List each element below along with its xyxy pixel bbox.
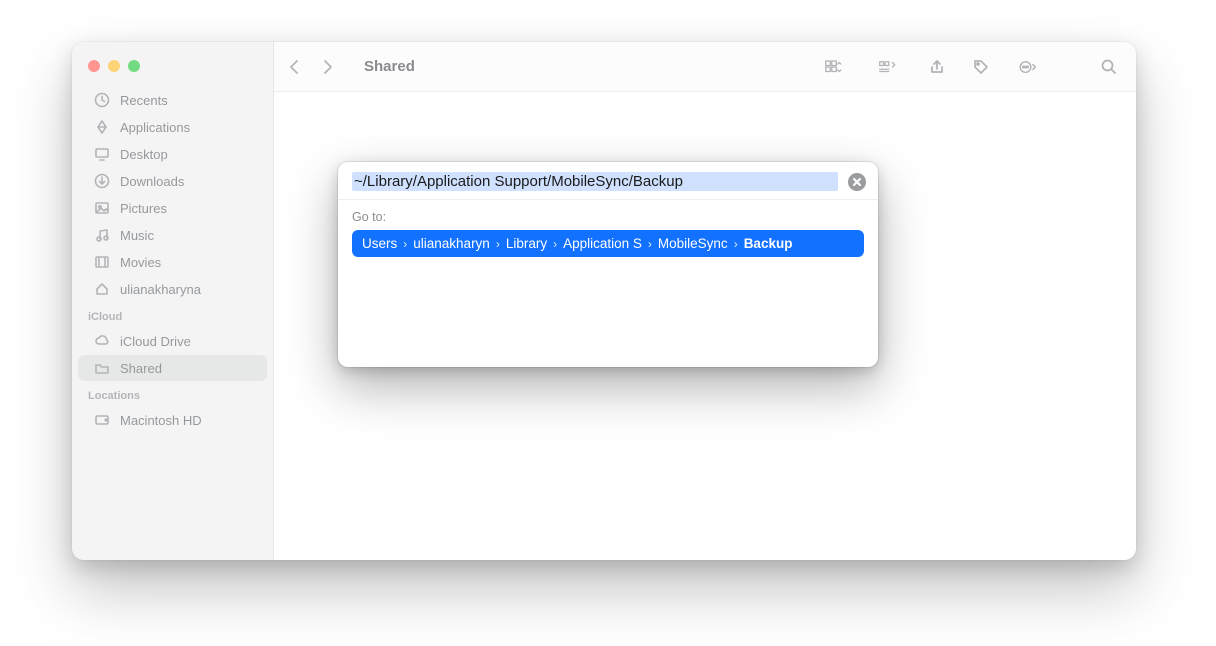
- pictures-icon: [94, 200, 110, 216]
- sidebar-item-label: iCloud Drive: [120, 334, 191, 349]
- chevron-right-icon: ›: [648, 237, 652, 251]
- maximize-window-button[interactable]: [128, 60, 140, 72]
- sidebar-item-shared[interactable]: Shared: [78, 355, 267, 381]
- sidebar-item-macintosh-hd[interactable]: Macintosh HD: [78, 407, 267, 433]
- go-to-label: Go to:: [352, 210, 864, 224]
- search-button[interactable]: [1094, 52, 1124, 82]
- sidebar-item-label: Music: [120, 228, 154, 243]
- sidebar-item-label: Movies: [120, 255, 161, 270]
- sidebar-item-recents[interactable]: Recents: [78, 87, 267, 113]
- sidebar-item-label: Desktop: [120, 147, 168, 162]
- go-to-resolved-path[interactable]: Users › ulianakharyn › Library › Applica…: [352, 230, 864, 257]
- chevron-right-icon: ›: [734, 237, 738, 251]
- music-icon: [94, 227, 110, 243]
- go-to-path-input[interactable]: ~/Library/Application Support/MobileSync…: [352, 172, 838, 191]
- sidebar: Recents Applications Desktop Downloads P…: [72, 42, 274, 560]
- movies-icon: [94, 254, 110, 270]
- minimize-window-button[interactable]: [108, 60, 120, 72]
- path-segment: ulianakharyn: [413, 236, 490, 251]
- desktop-icon: [94, 146, 110, 162]
- cloud-icon: [94, 333, 110, 349]
- toolbar: Shared: [274, 42, 1136, 92]
- sidebar-item-desktop[interactable]: Desktop: [78, 141, 267, 167]
- app-icon: [94, 119, 110, 135]
- window-controls: [72, 52, 273, 86]
- path-segment: Application S: [563, 236, 642, 251]
- nav-back-button[interactable]: [280, 52, 310, 82]
- window-title: Shared: [364, 58, 415, 75]
- sidebar-item-icloud-drive[interactable]: iCloud Drive: [78, 328, 267, 354]
- sidebar-item-label: Macintosh HD: [120, 413, 202, 428]
- sidebar-item-label: Downloads: [120, 174, 184, 189]
- sidebar-item-pictures[interactable]: Pictures: [78, 195, 267, 221]
- sidebar-item-label: Applications: [120, 120, 190, 135]
- sidebar-item-label: Pictures: [120, 201, 167, 216]
- go-to-folder-dialog: ~/Library/Application Support/MobileSync…: [338, 162, 878, 367]
- folder-icon: [94, 360, 110, 376]
- downloads-icon: [94, 173, 110, 189]
- clear-input-button[interactable]: [848, 173, 866, 191]
- close-window-button[interactable]: [88, 60, 100, 72]
- more-actions-button[interactable]: [1010, 52, 1046, 82]
- sidebar-item-label: ulianakharyna: [120, 282, 201, 297]
- sidebar-item-downloads[interactable]: Downloads: [78, 168, 267, 194]
- path-segment: Backup: [744, 236, 793, 251]
- sidebar-item-music[interactable]: Music: [78, 222, 267, 248]
- home-icon: [94, 281, 110, 297]
- group-by-button[interactable]: [868, 52, 908, 82]
- chevron-right-icon: ›: [553, 237, 557, 251]
- sidebar-item-movies[interactable]: Movies: [78, 249, 267, 275]
- share-button[interactable]: [922, 52, 952, 82]
- disk-icon: [94, 412, 110, 428]
- nav-forward-button[interactable]: [312, 52, 342, 82]
- sidebar-item-applications[interactable]: Applications: [78, 114, 267, 140]
- chevron-right-icon: ›: [496, 237, 500, 251]
- sidebar-item-label: Shared: [120, 361, 162, 376]
- view-mode-button[interactable]: [814, 52, 854, 82]
- tags-button[interactable]: [966, 52, 996, 82]
- sidebar-section-icloud: iCloud: [72, 303, 273, 327]
- sidebar-item-home[interactable]: ulianakharyna: [78, 276, 267, 302]
- sidebar-item-label: Recents: [120, 93, 168, 108]
- clock-icon: [94, 92, 110, 108]
- path-segment: Users: [362, 236, 397, 251]
- path-segment: MobileSync: [658, 236, 728, 251]
- chevron-right-icon: ›: [403, 237, 407, 251]
- sidebar-section-locations: Locations: [72, 382, 273, 406]
- path-segment: Library: [506, 236, 547, 251]
